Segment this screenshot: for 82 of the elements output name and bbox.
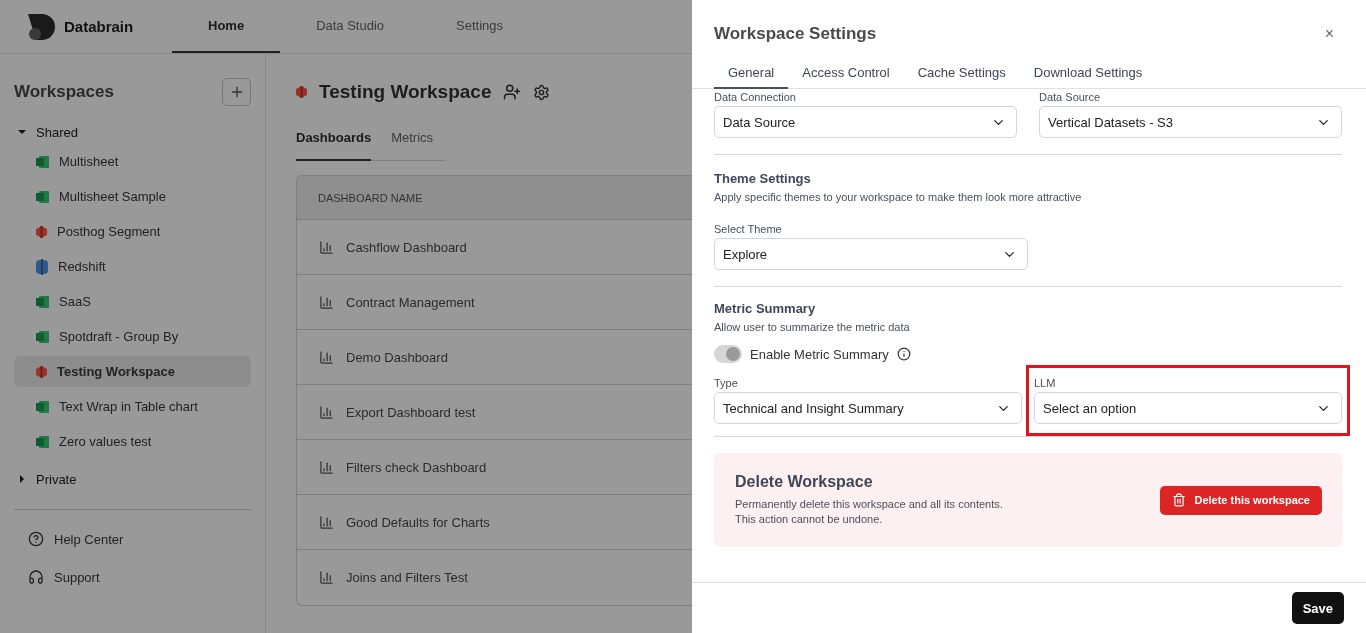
nav-tab[interactable]: Settings [420,0,540,53]
select-field[interactable]: Vertical Datasets - S3 [1039,106,1342,138]
spreadsheet-icon [36,155,49,168]
spreadsheet-icon [36,295,49,308]
logo-icon [28,13,56,40]
chart-icon [319,349,334,365]
tab[interactable]: Download Settings [1019,60,1157,89]
spreadsheet-icon [36,435,49,448]
select-field[interactable]: Select an option [1034,392,1342,424]
folder-toggle[interactable]: Shared [14,122,251,142]
section-title: Metric Summary [714,301,817,316]
info-icon [896,347,911,361]
footer-link[interactable]: Help Center [14,520,251,558]
dashboard-name[interactable]: Export Dashboard test [346,404,476,420]
cube-icon [36,365,47,378]
chart-icon [319,459,334,475]
tab[interactable]: Access Control [788,60,904,89]
brand-name: Databrain [64,18,134,35]
danger-zone-description: Permanently delete this workspace and all its contents. [735,497,1003,512]
workspace-item[interactable]: SaaS [14,286,251,317]
caret-right-icon [18,475,26,483]
chart-icon [319,514,334,530]
footer-link[interactable]: Support [14,558,251,596]
nav-tab[interactable]: Data Studio [280,0,421,53]
section-title: Theme Settings [714,171,812,186]
dashboard-name[interactable]: Good Defaults for Charts [346,514,490,530]
column-header: DASHBOARD NAME [297,176,692,220]
workspace-item[interactable]: Redshift [14,251,251,282]
chart-icon [319,404,334,420]
add-button[interactable] [222,78,251,106]
delete-button[interactable]: Delete this workspace [1160,485,1322,515]
cube-icon [296,86,307,98]
field-label: Data Source [1039,91,1102,103]
workspace-item[interactable]: Testing Workspace [14,356,251,387]
chart-icon [319,570,334,585]
sidebar-title: Workspaces [14,82,114,102]
trash-icon [1172,493,1187,507]
dashboard-name[interactable]: Demo Dashboard [346,349,448,365]
spreadsheet-icon [36,400,49,413]
field-label: Select Theme [714,223,783,235]
workspace-item[interactable]: Multisheet [14,146,251,177]
add-user-icon[interactable] [503,83,522,101]
headphones-icon [28,569,44,585]
select-field[interactable]: Technical and Insight Summary [714,392,1022,424]
chart-icon [319,294,334,310]
dashboard-name[interactable]: Filters check Dashboard [346,459,487,475]
folder-toggle[interactable]: Private [14,469,251,489]
database-icon [36,258,48,275]
danger-zone-title: Delete Workspace [735,473,874,491]
field-label: Data Connection [714,91,797,103]
danger-zone-description: This action cannot be undone. [735,512,884,527]
workspace-title: Testing Workspace [319,81,492,103]
section-description: Apply specific themes to your workspace to make them look more attractive [714,191,1083,203]
select-field[interactable]: Explore [714,238,1028,270]
tab[interactable]: Metrics [391,130,434,161]
chart-icon [319,239,334,255]
spreadsheet-icon [36,190,49,203]
workspace-item[interactable]: Spotdraft - Group By [14,321,251,352]
workspace-item[interactable]: Posthog Segment [14,216,251,247]
dashboard-name[interactable]: Joins and Filters Test [346,570,468,585]
spreadsheet-icon [36,330,49,343]
toggle-label: Enable Metric Summary [750,346,889,362]
close-button[interactable]: × [1322,25,1336,43]
field-label: LLM [1034,377,1057,389]
select-field[interactable]: Data Source [714,106,1017,138]
tab[interactable]: General [714,60,789,89]
cube-icon [36,225,47,238]
drawer-title: Workspace Settings [714,24,877,44]
dashboard-name[interactable]: Cashflow Dashboard [346,239,467,255]
workspace-item[interactable]: Text Wrap in Table chart [14,391,251,422]
help-icon [28,531,44,547]
nav-tab[interactable]: Home [172,0,281,53]
workspace-item[interactable]: Multisheet Sample [14,181,251,212]
settings-icon[interactable] [533,83,551,101]
tab[interactable]: Dashboards [296,130,372,161]
workspace-item[interactable]: Zero values test [14,426,251,457]
tab[interactable]: Cache Settings [903,60,1020,89]
save-button[interactable]: Save [1291,592,1344,624]
dashboard-name[interactable]: Contract Management [346,294,475,310]
caret-down-icon [18,128,26,136]
field-label: Type [714,377,739,389]
section-description: Allow user to summarize the metric data [714,321,911,333]
